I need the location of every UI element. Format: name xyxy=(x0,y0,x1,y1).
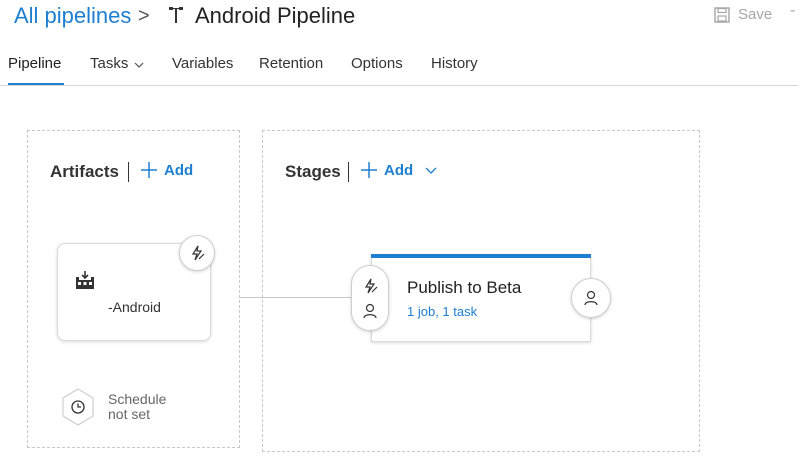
save-button[interactable]: Save xyxy=(714,6,772,23)
person-icon xyxy=(584,290,598,306)
add-artifact-button[interactable]: Add xyxy=(140,161,193,179)
schedule-status[interactable]: Schedule not set xyxy=(108,392,166,422)
lightning-icon xyxy=(191,245,205,261)
artifact-trigger-button[interactable] xyxy=(179,235,215,271)
stage-name[interactable]: Publish to Beta xyxy=(407,278,521,298)
build-factory-icon xyxy=(75,270,95,295)
add-artifact-label: Add xyxy=(164,161,194,179)
tab-tasks[interactable]: Tasks xyxy=(90,55,144,72)
clock-icon[interactable] xyxy=(60,387,96,432)
artifacts-title-divider xyxy=(128,162,129,182)
stage-jobs-link[interactable]: 1 job, 1 task xyxy=(407,304,477,319)
tab-variables[interactable]: Variables xyxy=(172,55,233,72)
tab-history[interactable]: History xyxy=(431,55,478,72)
chevron-down-icon xyxy=(134,62,144,68)
tab-pipeline[interactable]: Pipeline xyxy=(8,55,61,72)
add-stage-button[interactable]: Add xyxy=(360,161,437,179)
schedule-line2: not set xyxy=(108,406,151,422)
person-icon[interactable] xyxy=(362,303,378,324)
save-icon xyxy=(714,6,730,23)
post-deployment-approvals-button[interactable] xyxy=(571,278,611,318)
pipeline-icon xyxy=(168,6,184,24)
artifact-name: -Android xyxy=(108,299,161,315)
save-label: Save xyxy=(738,6,773,23)
tab-options[interactable]: Options xyxy=(351,55,403,72)
schedule-line1: Schedule xyxy=(108,391,167,407)
stage-card[interactable] xyxy=(371,254,591,342)
breadcrumb-separator: > xyxy=(138,5,150,27)
more-actions-button[interactable]: - xyxy=(790,2,795,20)
lightning-icon[interactable] xyxy=(362,278,378,299)
tab-retention[interactable]: Retention xyxy=(259,55,323,72)
tab-divider xyxy=(0,85,798,86)
stages-title: Stages xyxy=(285,162,341,181)
add-stage-label: Add xyxy=(384,161,414,179)
plus-icon xyxy=(141,162,157,178)
tab-tasks-label: Tasks xyxy=(90,55,129,72)
artifacts-title: Artifacts xyxy=(50,162,119,181)
page-title: Android Pipeline xyxy=(195,3,356,28)
stage-card-accent-bar xyxy=(371,254,591,258)
breadcrumb-all-pipelines-link[interactable]: All pipelines xyxy=(14,3,131,29)
plus-icon xyxy=(361,162,377,178)
stages-title-divider xyxy=(348,162,349,182)
chevron-down-icon xyxy=(425,167,437,174)
